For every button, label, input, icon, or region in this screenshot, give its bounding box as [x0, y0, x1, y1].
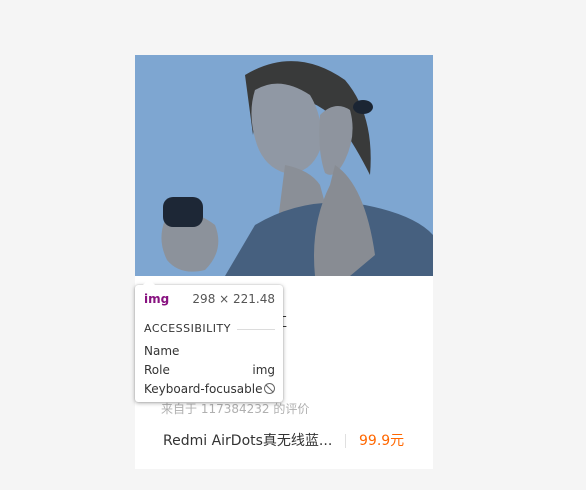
review-author: 来自于 117384232 的评价	[161, 402, 310, 416]
element-tag: img	[144, 292, 170, 306]
element-dimensions: 298 × 221.48	[192, 292, 275, 306]
product-name-link[interactable]: Redmi AirDots真无线蓝...	[163, 431, 333, 451]
product-price: 99.9元	[359, 433, 405, 449]
row-label: Role	[144, 363, 170, 377]
row-value: img	[252, 363, 275, 377]
accessibility-row-keyboard: Keyboard-focusable	[144, 381, 275, 397]
product-photo-icon	[135, 55, 433, 276]
not-allowed-icon	[264, 383, 275, 394]
section-divider	[237, 329, 275, 330]
accessibility-heading: ACCESSIBILITY	[144, 322, 231, 335]
page: 蓝牙可以说秒连。红 来自于 117384232 的评价 Redmi AirDot…	[0, 0, 586, 490]
product-image[interactable]	[135, 55, 433, 276]
product-review-card[interactable]: 蓝牙可以说秒连。红 来自于 117384232 的评价 Redmi AirDot…	[135, 55, 433, 469]
divider	[345, 434, 346, 448]
accessibility-row-name: Name	[144, 343, 275, 359]
devtools-inspect-tooltip: img 298 × 221.48 ACCESSIBILITY Name Role…	[135, 279, 283, 402]
product-info-row: Redmi AirDots真无线蓝... 99.9元	[163, 431, 413, 451]
accessibility-row-role: Role img	[144, 362, 275, 378]
row-label: Name	[144, 344, 180, 358]
row-label: Keyboard-focusable	[144, 382, 263, 396]
